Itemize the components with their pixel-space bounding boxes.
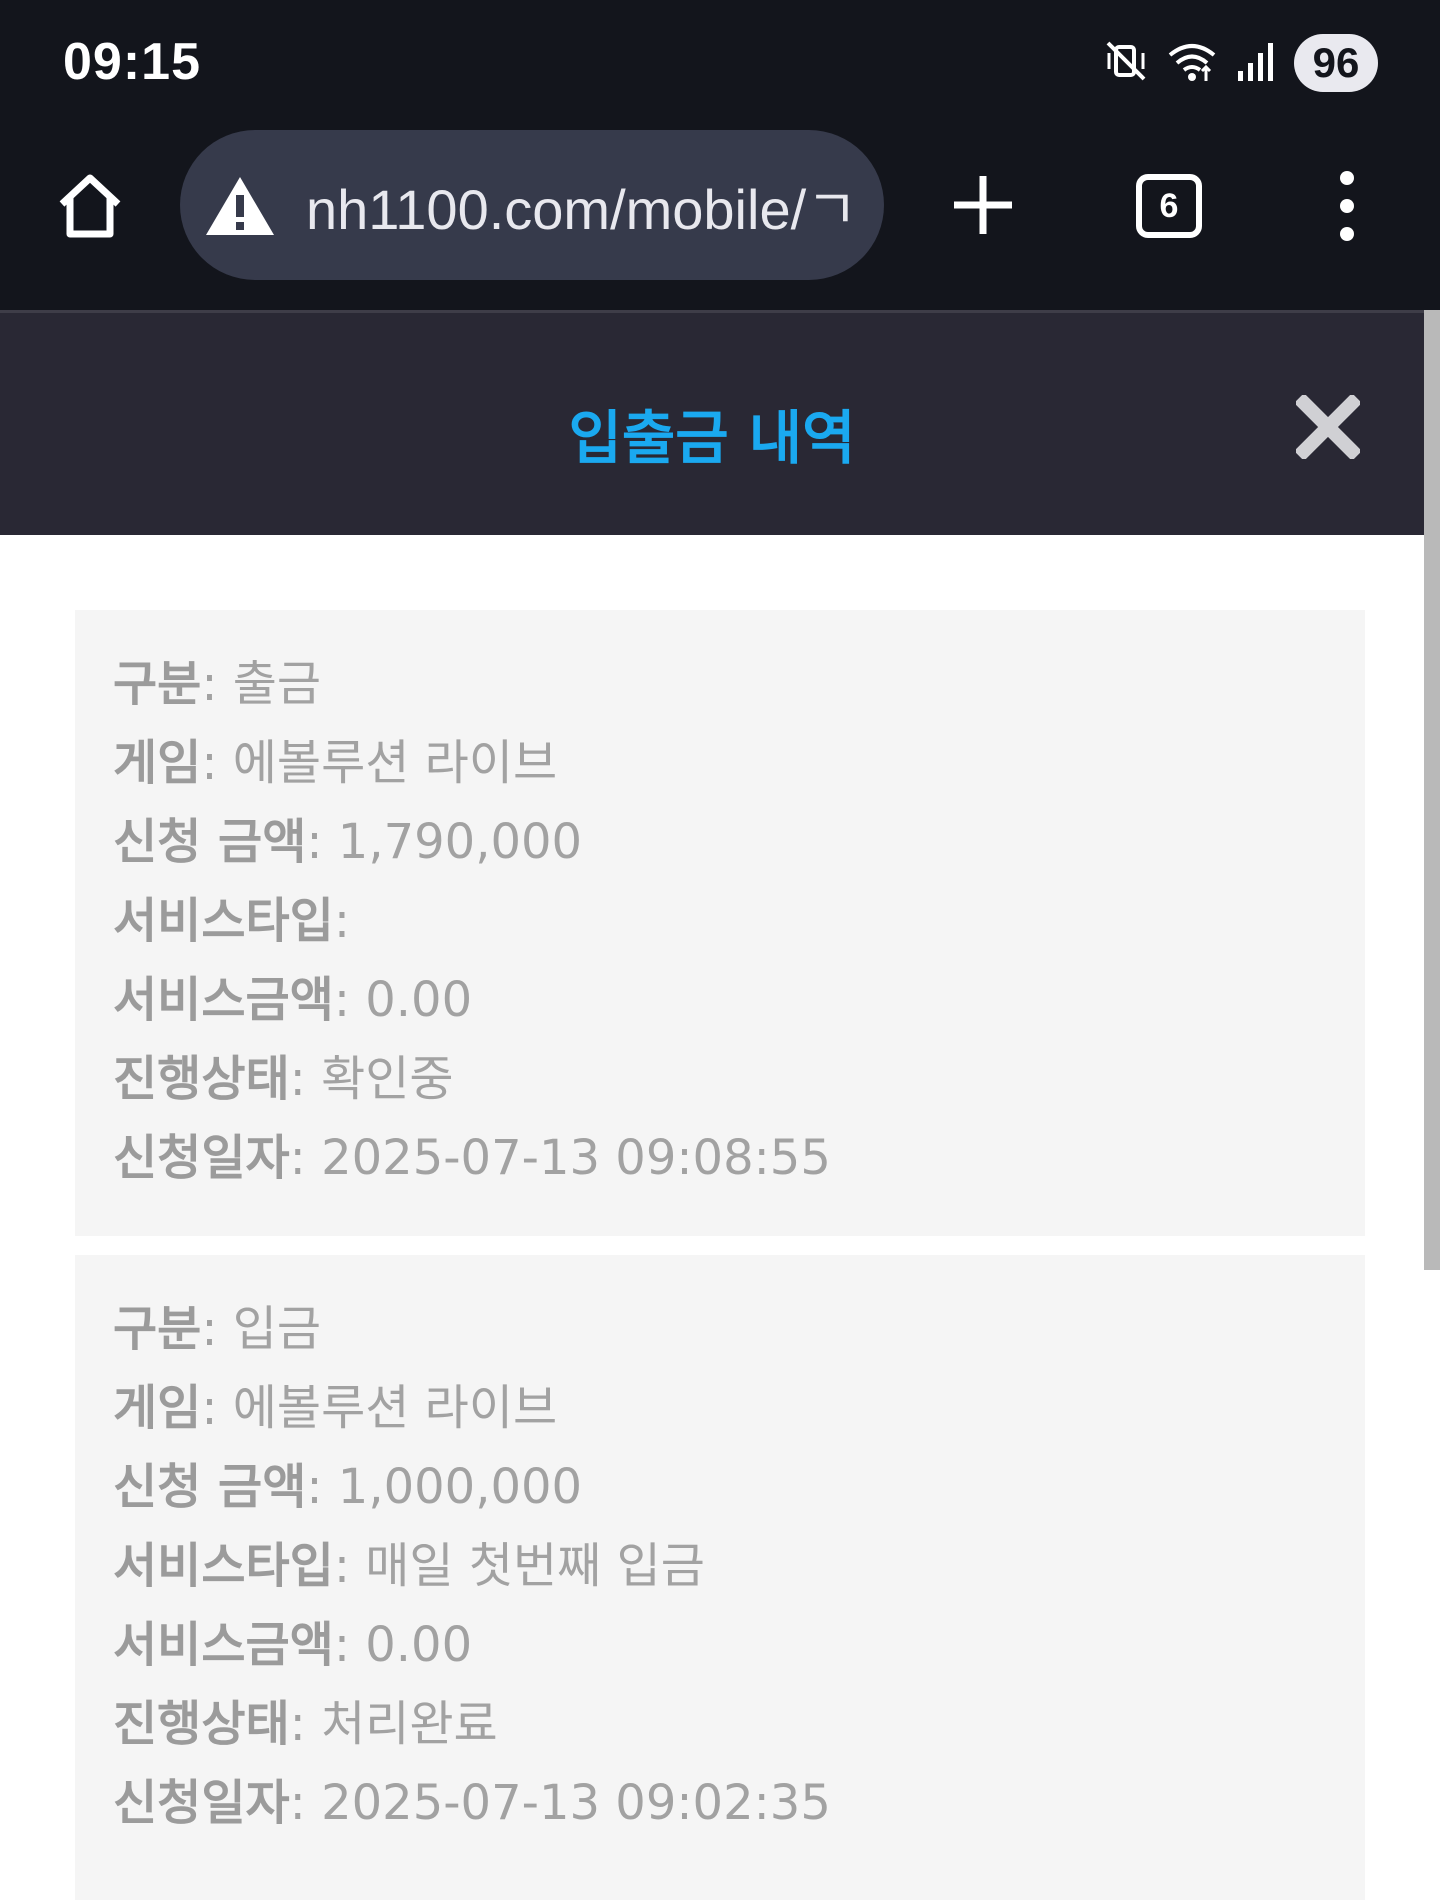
status-row: 진행상태: 확인중 [113,1051,454,1107]
modal-header: 입출금 내역 [0,310,1424,535]
date-label: 신청일자 [113,1130,290,1186]
game-row: 게임: 에볼루션 라이브 [113,1380,558,1436]
service-type-label: 서비스타입 [113,1538,334,1594]
date-label: 신청일자 [113,1775,290,1831]
date-value: 2025-07-13 09:08:55 [321,1130,831,1186]
status-icons: 96 [1104,34,1378,92]
amount-row: 신청 금액: 1,000,000 [113,1459,583,1515]
type-label: 구분 [113,1301,202,1357]
url-bar[interactable]: nh1100.com/mobile/ㄱ [180,130,884,280]
game-label: 게임 [113,1380,202,1436]
amount-label: 신청 금액 [113,1459,307,1515]
type-value: 입금 [232,1301,322,1357]
status-time: 09:15 [63,33,201,91]
date-row: 신청일자: 2025-07-13 09:08:55 [113,1130,831,1186]
service-type-value: 매일 첫번째 입금 [365,1538,705,1594]
service-amount-row: 서비스금액: 0.00 [113,1617,473,1673]
battery-indicator: 96 [1294,34,1378,92]
status-row: 진행상태: 처리완료 [113,1696,498,1752]
type-row: 구분: 입금 [113,1301,322,1357]
game-label: 게임 [113,735,202,791]
status-label: 진행상태 [113,1696,290,1752]
url-text[interactable]: nh1100.com/mobile/ㄱ [306,165,858,246]
service-amount-value: 0.00 [365,972,473,1028]
service-amount-label: 서비스금액 [113,1617,334,1673]
service-amount-row: 서비스금액: 0.00 [113,972,473,1028]
tabs-icon[interactable]: 6 [1136,174,1202,238]
type-row: 구분: 출금 [113,656,322,712]
signal-icon [1236,39,1276,87]
date-value: 2025-07-13 09:02:35 [321,1775,831,1831]
amount-value: 1,000,000 [337,1459,583,1515]
status-bar: 09:15 96 [0,0,1440,130]
amount-value: 1,790,000 [337,814,583,870]
service-type-label: 서비스타입 [113,893,334,949]
status-label: 진행상태 [113,1051,290,1107]
mute-vibrate-icon [1104,39,1148,87]
status-value: 처리완료 [321,1696,498,1752]
transaction-list: 구분: 출금 게임: 에볼루션 라이브 신청 금액: 1,790,000 서비스… [0,535,1424,1900]
new-tab-icon[interactable] [948,170,1018,240]
game-row: 게임: 에볼루션 라이브 [113,735,558,791]
service-amount-value: 0.00 [365,1617,473,1673]
scrollbar[interactable] [1424,310,1440,1270]
status-value: 확인중 [321,1051,454,1107]
service-amount-label: 서비스금액 [113,972,334,1028]
amount-row: 신청 금액: 1,790,000 [113,814,583,870]
more-menu-icon[interactable] [1330,166,1364,246]
warning-icon[interactable] [204,173,276,237]
modal-title: 입출금 내역 [568,404,856,472]
wifi-icon [1166,39,1218,87]
type-label: 구분 [113,656,202,712]
type-value: 출금 [232,656,322,712]
amount-label: 신청 금액 [113,814,307,870]
transaction-card: 구분: 출금 게임: 에볼루션 라이브 신청 금액: 1,790,000 서비스… [75,610,1365,1236]
service-type-row: 서비스타입: [113,893,350,949]
service-type-row: 서비스타입: 매일 첫번째 입금 [113,1538,705,1594]
game-value: 에볼루션 라이브 [232,1380,558,1436]
game-value: 에볼루션 라이브 [232,735,558,791]
browser-toolbar: nh1100.com/mobile/ㄱ 6 [0,130,1440,310]
close-icon[interactable] [1294,393,1362,461]
home-icon[interactable] [52,168,128,244]
transaction-card: 구분: 입금 게임: 에볼루션 라이브 신청 금액: 1,000,000 서비스… [75,1255,1365,1900]
date-row: 신청일자: 2025-07-13 09:02:35 [113,1775,831,1831]
